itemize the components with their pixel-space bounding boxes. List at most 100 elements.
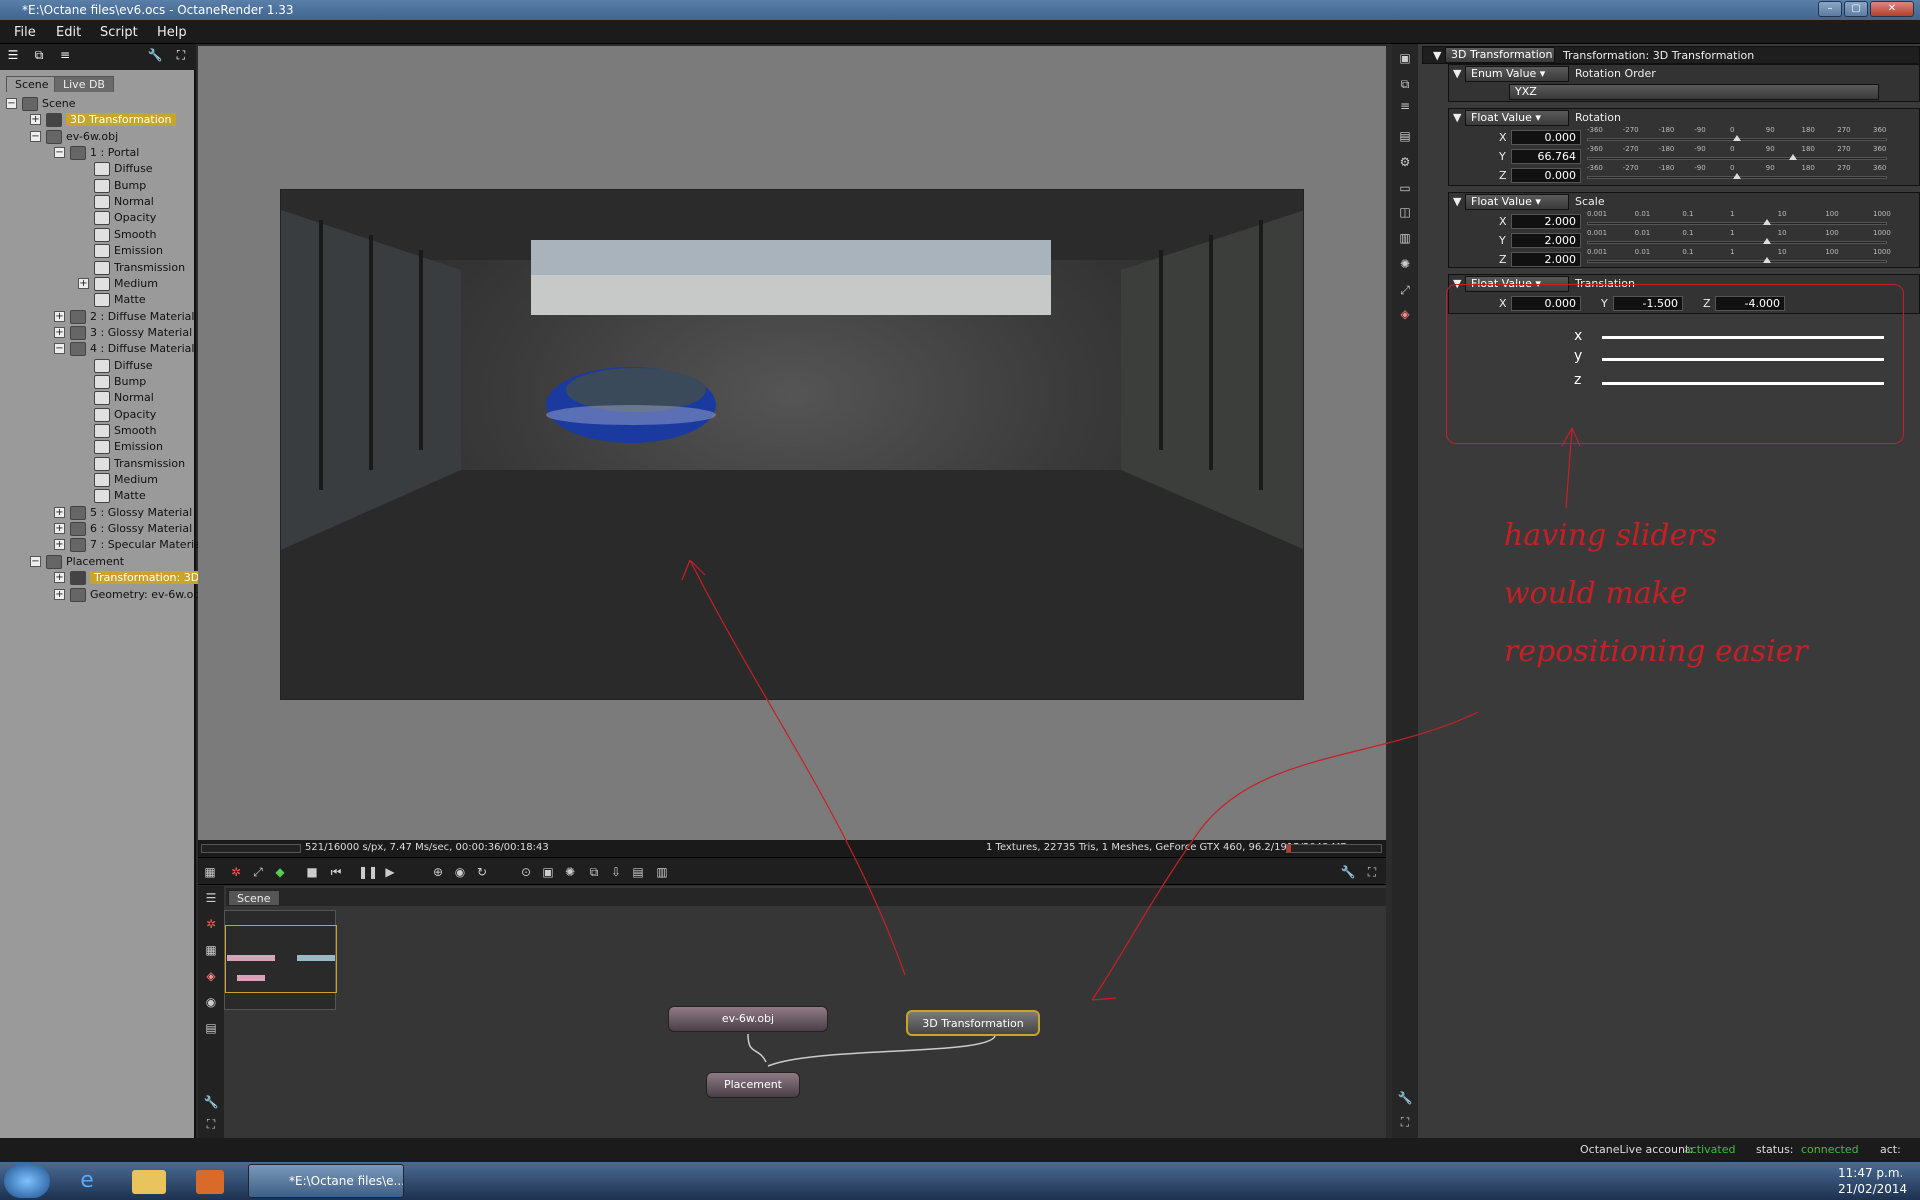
slider-thumb[interactable] [1788,154,1797,160]
refresh-icon[interactable]: ↻ [474,864,490,880]
scale-z-slider[interactable]: 0.001 0.01 0.1 1 10 100 1000 [1587,248,1891,266]
scale-y-slider[interactable]: 0.001 0.01 0.1 1 10 100 1000 [1587,229,1891,247]
scale-x-slider[interactable]: 0.001 0.01 0.1 1 10 100 1000 [1587,210,1891,228]
picker-icon[interactable]: ⊕ [430,864,446,880]
menu-script[interactable]: Script [100,25,138,40]
tree-expander[interactable]: + [54,310,65,322]
cube-icon[interactable]: ◆ [272,864,288,880]
tab-live-db[interactable]: Live DB [54,76,114,92]
fullscreen-icon[interactable]: ⛶ [1364,864,1380,880]
collapse-icon[interactable]: ☰ [4,48,22,64]
tree-expander[interactable]: + [78,277,89,289]
rotation-type-dropdown[interactable]: Float Value ▾ [1465,110,1569,126]
render-region-icon[interactable]: ▦ [202,864,218,880]
start-button[interactable] [4,1164,50,1198]
folder-icon[interactable] [132,1170,166,1194]
wrench-icon[interactable]: 🔧 [1397,1090,1413,1106]
scale-type-dropdown[interactable]: Float Value ▾ [1465,194,1569,210]
copy-icon[interactable]: ⧉ [586,864,602,880]
tree-expander[interactable]: − [30,130,41,142]
rotation-order-select[interactable]: YXZ [1509,84,1879,100]
fullscreen-icon[interactable]: ⛶ [172,48,190,64]
menu-help[interactable]: Help [157,25,187,40]
scale-x-field[interactable]: 2.000 [1511,214,1581,229]
node-type-dropdown[interactable]: 3D Transformation ▾ [1445,47,1555,75]
monitor-icon[interactable]: ▭ [1397,180,1413,196]
node-placement[interactable]: Placement [706,1072,800,1098]
scale-y-field[interactable]: 2.000 [1511,233,1581,248]
stop-button[interactable]: ■ [304,864,320,880]
graph-env-icon[interactable]: ◉ [203,994,219,1010]
light-icon[interactable]: ✺ [1397,256,1413,272]
rewind-button[interactable]: ⏮ [328,864,344,880]
render-image[interactable] [280,189,1304,700]
rotation-y-slider[interactable]: -360 -270 -180 -90 0 90 180 270 360 [1587,145,1887,163]
zoom-icon[interactable]: ⊙ [518,864,534,880]
graph-tool-icon[interactable]: ☰ [203,890,219,906]
node-3d-transformation[interactable]: 3D Transformation [906,1010,1040,1036]
tree-expander[interactable]: − [6,98,17,109]
node-ev-6w-obj[interactable]: ev-6w.obj [668,1006,828,1032]
lock-icon[interactable]: ▥ [654,864,670,880]
pause-button[interactable]: ❚❚ [358,864,378,880]
graph-render-icon[interactable]: ✲ [203,916,219,932]
frame-icon[interactable]: ▣ [540,864,556,880]
menu-file[interactable]: File [14,25,36,40]
slider-thumb[interactable] [1733,173,1741,179]
export-icon[interactable]: ⇩ [608,864,624,880]
rotation-order-type-dropdown[interactable]: Enum Value ▾ [1465,66,1569,82]
slider-thumb[interactable] [1763,238,1771,244]
media-player-icon[interactable] [196,1170,224,1194]
wrench-icon[interactable]: 🔧 [146,48,164,64]
slider-thumb[interactable] [1763,219,1771,225]
wrench-icon[interactable]: 🔧 [203,1094,219,1110]
tree-expander[interactable]: + [54,506,65,518]
slider-thumb[interactable] [1733,135,1741,141]
graph-film-icon[interactable]: ▦ [203,942,219,958]
maximize-button[interactable]: ▢ [1844,1,1868,17]
taskbar-octane-item[interactable]: *E:\Octane files\e... [248,1164,404,1198]
tree-expander[interactable]: + [54,523,65,535]
rotation-z-slider[interactable]: -360 -270 -180 -90 0 90 180 270 360 [1587,164,1887,182]
fullscreen-icon[interactable]: ⛶ [1397,1114,1413,1130]
node-icon[interactable]: ▣ [1397,50,1413,66]
tree-node[interactable]: Geometry: ev-6w.ob [70,585,200,604]
play-button[interactable]: ▶ [382,864,398,880]
scale-z-field[interactable]: 2.000 [1511,252,1581,267]
fullscreen-icon[interactable]: ⛶ [203,1116,219,1132]
minimize-button[interactable]: – [1818,1,1842,17]
mesh-icon[interactable]: ◈ [1397,306,1413,322]
tree-expander[interactable]: + [54,572,65,584]
close-button[interactable]: ✕ [1870,1,1914,17]
tree-expander[interactable]: − [54,343,65,355]
preview-icon[interactable]: ▤ [630,864,646,880]
wrench-icon[interactable]: 🔧 [1340,864,1356,880]
rotation-y-field[interactable]: 66.764 [1511,149,1581,164]
tree-expander[interactable]: + [54,539,65,551]
layers-icon[interactable]: ⧉ [1397,76,1413,92]
tree-expander[interactable]: + [30,114,41,126]
tree-expander[interactable]: + [54,588,65,600]
recenter-icon[interactable]: ⤢ [250,864,266,880]
ie-icon[interactable]: e [70,1168,104,1194]
picture-icon[interactable]: ▥ [1397,230,1413,246]
slider-track[interactable] [1587,157,1887,160]
palette-icon[interactable]: ◉ [452,864,468,880]
list-icon[interactable]: ≡ [56,48,74,64]
database-icon[interactable]: ◫ [1397,204,1413,220]
tab-scene[interactable]: Scene [6,76,58,92]
rotation-x-field[interactable]: 0.000 [1511,130,1581,145]
settings-icon[interactable]: ⚙ [1397,154,1413,170]
list-icon[interactable]: ≡ [1397,98,1413,114]
slider-track[interactable] [1587,260,1887,263]
menu-edit[interactable]: Edit [56,25,81,40]
slider-track[interactable] [1587,241,1887,244]
tree-expander[interactable]: − [54,147,65,159]
slider-track[interactable] [1587,222,1887,225]
restart-render-icon[interactable]: ✲ [228,864,244,880]
rotation-z-field[interactable]: 0.000 [1511,168,1581,183]
layers-icon[interactable]: ⧉ [30,48,48,64]
focus-icon[interactable]: ✺ [562,864,578,880]
tree-expander[interactable]: + [54,326,65,338]
node-graph-editor[interactable]: Scene ev-6w.obj 3D Transformation Placem… [198,886,1386,1138]
